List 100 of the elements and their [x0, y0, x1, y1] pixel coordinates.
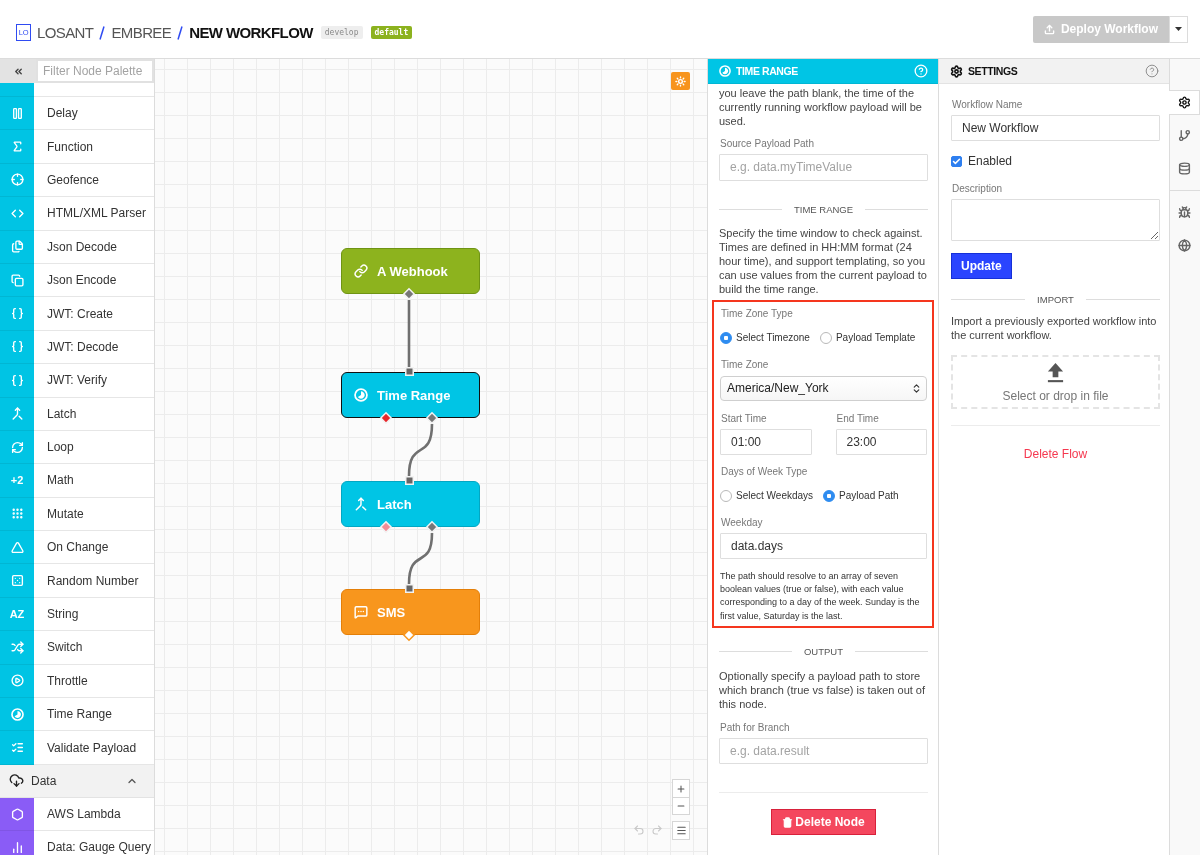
input-port[interactable]	[404, 367, 414, 376]
delete-node-button[interactable]: Delete Node	[771, 809, 876, 836]
weekday-field[interactable]: data.days	[720, 532, 927, 559]
checkbox-option[interactable]: Enabled	[951, 153, 1160, 169]
link-icon	[354, 264, 368, 278]
field-label: Description	[952, 183, 1004, 195]
field-label: Days of Week Type	[721, 465, 809, 478]
caret-icon	[1175, 27, 1182, 31]
update-button[interactable]: Update	[951, 253, 1012, 279]
radio-button[interactable]	[720, 331, 732, 344]
radio-option[interactable]: Payload Template	[819, 331, 916, 344]
palette-item[interactable]: Latch	[0, 397, 154, 431]
palette-item[interactable]: Json Decode	[0, 230, 154, 264]
radio-button[interactable]	[823, 489, 836, 502]
help-text: The path should resolve to an array of seven boolean values (true or false), with each value corresponding to a day of the week. Sunday is the first value, Saturday is the last.	[720, 569, 921, 623]
description-text: Specify the time window to check against. Times are defined in HH:MM format (24 hour time), and support templating, so you can use values from the current payload to build the time range.	[719, 225, 928, 297]
cloud-icon	[9, 773, 24, 789]
filter-field[interactable]: Filter Node Palette	[36, 59, 154, 83]
workflow-name-field[interactable]: New Workflow	[951, 115, 1160, 141]
icon-glyph: AZ	[0, 597, 34, 632]
connector-line	[407, 300, 411, 367]
sun-icon	[675, 75, 686, 87]
timezone-select[interactable]: America/New_York	[720, 375, 927, 401]
radio-button[interactable]	[819, 331, 832, 344]
branch-icon	[1177, 129, 1191, 142]
side-tab[interactable]	[1169, 90, 1200, 115]
palette-item[interactable]: Validate Payload	[0, 731, 154, 765]
merge-icon	[354, 497, 368, 511]
menu-icon	[675, 825, 687, 836]
help-icon[interactable]	[1145, 64, 1159, 78]
palette-item[interactable]: Loop	[0, 430, 154, 465]
field-label: Start Time	[721, 412, 768, 425]
palette-item[interactable]	[0, 83, 154, 97]
breadcrumb-link[interactable]: LOSANT	[37, 24, 94, 41]
bug-icon	[1177, 206, 1191, 219]
slash-icon	[177, 25, 184, 40]
settings-icon	[950, 64, 963, 78]
breadcrumb-link[interactable]: EMBREE	[111, 24, 172, 41]
end-time-field[interactable]: 23:00	[835, 428, 927, 455]
input-port[interactable]	[404, 584, 414, 593]
field-label: End Time	[836, 412, 880, 425]
palette-item[interactable]: Geofence	[0, 163, 154, 198]
palette-item[interactable]: Random Number	[0, 564, 154, 598]
palette-item[interactable]: Json Encode	[0, 263, 154, 298]
connector-line	[407, 532, 434, 585]
palette-item[interactable]: JWT: Create	[0, 297, 154, 331]
start-time-field[interactable]: 01:00	[720, 428, 812, 455]
breadcrumb-current: NEW WORKFLOW	[189, 24, 313, 41]
field-label: Time Zone Type	[721, 307, 794, 320]
palette-item[interactable]: Throttle	[0, 664, 154, 699]
input-port[interactable]	[404, 476, 414, 485]
palette-item[interactable]: Time Range	[0, 698, 154, 732]
palette-item[interactable]: +2 Math	[0, 464, 154, 498]
palette-group-header[interactable]: Data	[0, 764, 154, 798]
default-tag: default	[370, 26, 413, 39]
database-icon	[1177, 162, 1191, 175]
version-tag: develop	[320, 26, 363, 39]
radio-option[interactable]: Payload Path	[823, 489, 899, 502]
description-text: Optionally specify a payload path to store which branch (true vs false) is taken out of this node.	[719, 668, 927, 712]
slash-icon	[99, 25, 106, 40]
palette-item[interactable]: On Change	[0, 531, 154, 565]
description-text: Import a previously exported workflow into the current workflow.	[951, 314, 1158, 343]
palette-item[interactable]: Delay	[0, 97, 154, 131]
description-field[interactable]	[951, 199, 1160, 241]
palette-item[interactable]: Function	[0, 130, 154, 164]
trash-icon	[782, 816, 794, 828]
palette-item[interactable]: AWS Lambda	[0, 797, 154, 832]
delete-flow-link[interactable]: Delete Flow	[1023, 447, 1088, 462]
section-heading: TIME RANGE	[793, 204, 854, 216]
clock-icon	[719, 65, 731, 77]
radio-option[interactable]: Select Timezone	[720, 331, 810, 344]
connector-line	[407, 423, 434, 477]
file-dropzone[interactable]: Select or drop in file	[951, 355, 1160, 410]
panel-title: TIME RANGE	[736, 65, 799, 77]
palette-item[interactable]: Mutate	[0, 497, 154, 532]
debug-button[interactable]	[671, 72, 690, 90]
palette-item[interactable]: JWT: Decode	[0, 330, 154, 365]
upload-icon	[1046, 361, 1065, 383]
palette-item[interactable]: AZ String	[0, 597, 154, 632]
dropdown-button[interactable]	[1169, 15, 1188, 43]
checkbox[interactable]	[951, 155, 962, 167]
palette-item[interactable]: Switch	[0, 631, 154, 665]
radio-button[interactable]	[720, 489, 732, 502]
menu-button[interactable]	[672, 821, 690, 840]
branch-path-field[interactable]: e.g. data.result	[719, 738, 928, 765]
radio-option[interactable]: Select Weekdays	[720, 489, 814, 502]
output-port[interactable]	[403, 629, 415, 641]
palette-item[interactable]: HTML/XML Parser	[0, 197, 154, 231]
icon-glyph: +2	[0, 464, 34, 498]
upload-icon	[1043, 23, 1055, 35]
settings-icon	[1177, 96, 1191, 109]
collapse-button[interactable]	[0, 59, 36, 83]
plus-icon	[676, 783, 686, 794]
field-label: Weekday	[721, 516, 764, 529]
section-heading: OUTPUT	[803, 646, 844, 658]
source-path-field[interactable]: e.g. data.myTimeValue	[719, 153, 928, 181]
field-label: Time Zone	[721, 358, 770, 371]
clock-icon	[354, 388, 368, 402]
palette-item[interactable]: Data: Gauge Query	[0, 831, 154, 855]
palette-item[interactable]: JWT: Verify	[0, 364, 154, 398]
